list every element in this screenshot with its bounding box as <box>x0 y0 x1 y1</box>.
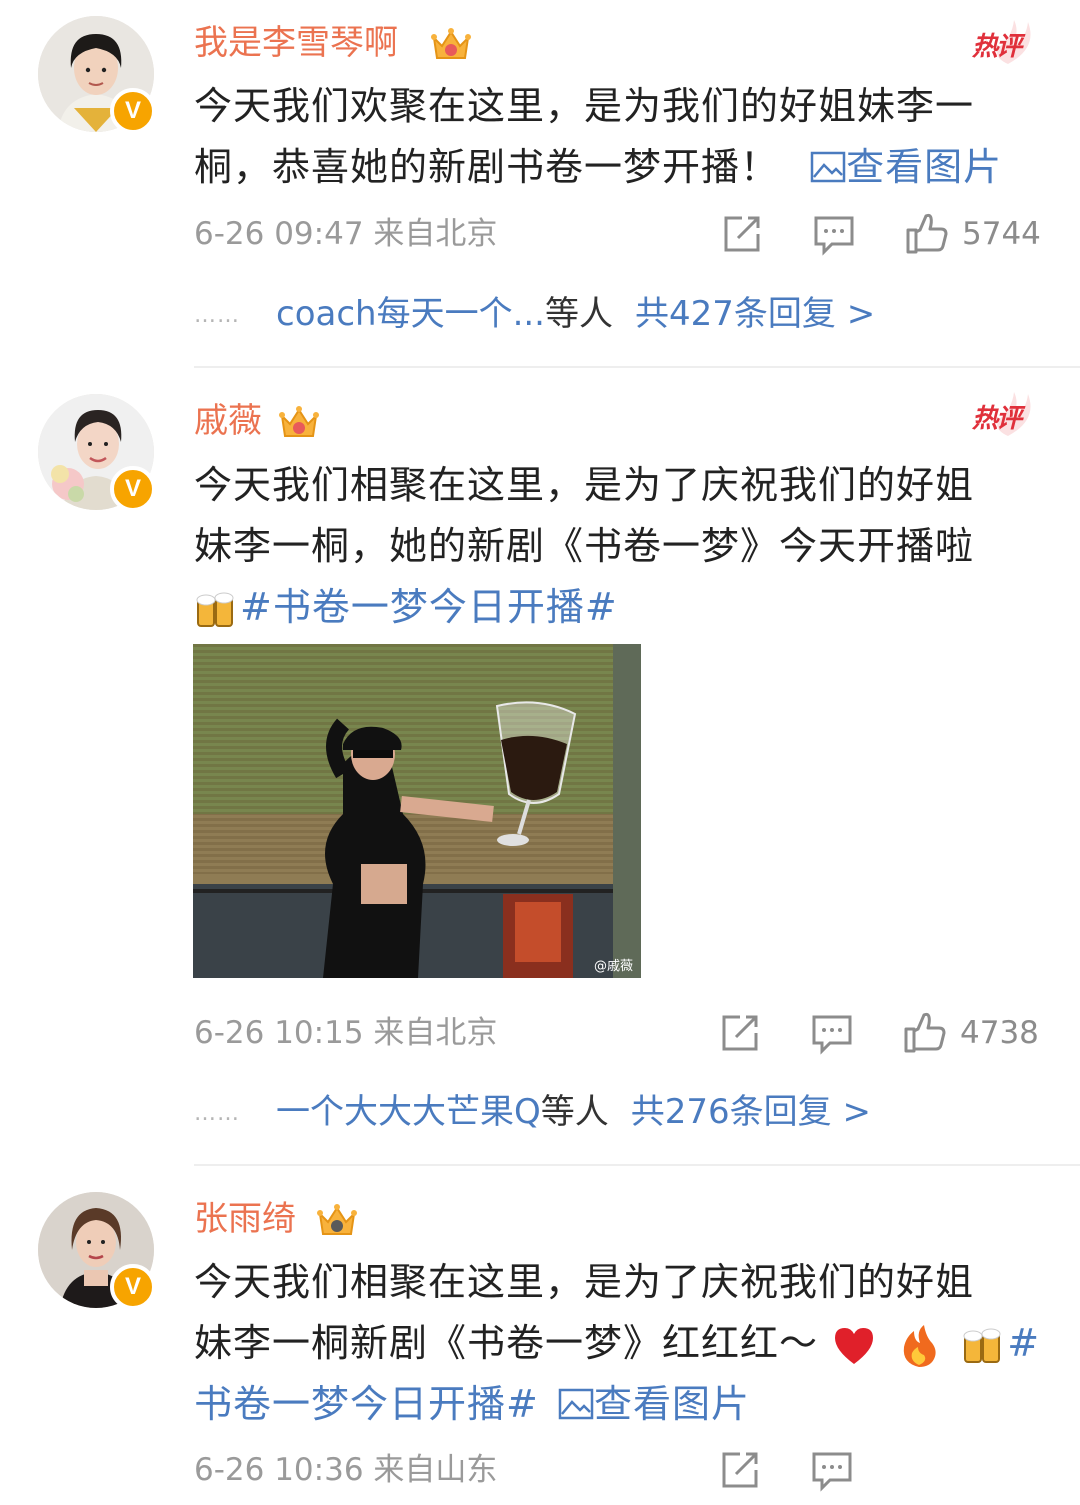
beer-emoji <box>196 592 234 627</box>
view-image-link[interactable]: 查看图片 <box>792 145 1002 189</box>
repost-icon[interactable] <box>718 1448 762 1492</box>
repost-icon[interactable] <box>718 1011 762 1055</box>
action-bar: 5744 <box>716 212 1046 256</box>
action-bar: 4738 <box>714 1011 1044 1055</box>
username[interactable]: 我是李雪琴啊 <box>194 19 398 67</box>
hot-comment-badge: 热评 <box>968 390 1040 440</box>
heart-emoji <box>835 1327 874 1364</box>
photo-watermark: @戚薇 <box>593 959 633 974</box>
comment-photo[interactable]: @戚薇 <box>193 644 641 978</box>
comment-icon[interactable] <box>812 212 856 256</box>
username[interactable]: 张雨绮 <box>194 1195 296 1243</box>
beer-emoji <box>963 1328 1001 1363</box>
hashtag-link[interactable]: #书卷一梦今日开播# <box>240 585 618 629</box>
like-icon[interactable] <box>904 212 948 256</box>
crown-icon <box>431 28 471 59</box>
image-icon <box>810 151 846 183</box>
reply-summary[interactable]: …… 一个大大大芒果Q等人 共276条回复 > <box>194 1088 871 1138</box>
comment-meta: 6-26 10:36 来自山东 <box>194 1452 498 1488</box>
reply-summary[interactable]: …… coach每天一个...等人 共427条回复 > <box>194 290 875 340</box>
verified-icon: V <box>110 88 156 134</box>
action-bar <box>714 1448 1044 1492</box>
comment-text: 今天我们相聚在这里，是为了庆祝我们的好姐 妹李一桐新剧《书卷一梦》红红红～ # … <box>194 1260 1041 1426</box>
hot-comment-badge: 热评 <box>968 18 1040 68</box>
fire-emoji <box>903 1324 936 1367</box>
image-icon <box>558 1388 594 1420</box>
comment-icon[interactable] <box>810 1011 854 1055</box>
hashtag-link[interactable]: 书卷一梦今日开播# <box>194 1382 539 1426</box>
avatar[interactable]: V <box>38 1192 156 1310</box>
divider <box>194 366 1080 368</box>
hashtag-link[interactable]: # <box>1007 1321 1040 1365</box>
username[interactable]: 戚薇 <box>194 397 262 445</box>
comment-meta: 6-26 09:47 来自北京 <box>194 216 498 252</box>
view-image-link[interactable]: 查看图片 <box>552 1382 750 1426</box>
repost-icon[interactable] <box>720 212 764 256</box>
comment-icon[interactable] <box>810 1448 854 1492</box>
avatar[interactable]: V <box>38 16 156 134</box>
crown-icon <box>317 1204 357 1235</box>
verified-icon: V <box>110 466 156 512</box>
comment-text: 今天我们欢聚在这里，是为我们的好姐妹李一 桐，恭喜她的新剧书卷一梦开播！ 查看图… <box>194 84 1003 189</box>
avatar[interactable]: V <box>38 394 156 512</box>
verified-icon: V <box>110 1264 156 1310</box>
divider <box>194 1164 1080 1166</box>
comment-text: 今天我们相聚在这里，是为了庆祝我们的好姐 妹李一桐，她的新剧《书卷一梦》今天开播… <box>194 463 975 629</box>
like-icon[interactable] <box>902 1011 946 1055</box>
crown-icon <box>279 406 319 437</box>
like-count: 4738 <box>960 1015 1039 1051</box>
like-count: 5744 <box>962 216 1041 252</box>
comment-meta: 6-26 10:15 来自北京 <box>194 1015 498 1051</box>
